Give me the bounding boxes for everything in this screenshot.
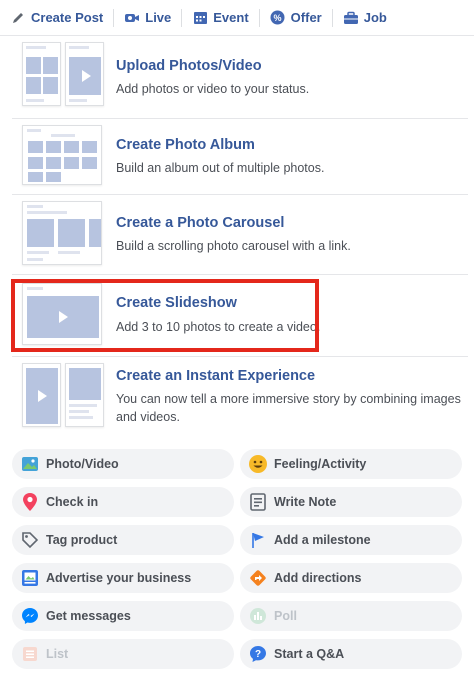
instant-experience-thumbnail (22, 363, 104, 435)
tab-divider (181, 8, 183, 27)
tab-divider (331, 8, 333, 27)
price-tag-icon (20, 530, 40, 550)
highlight-box (11, 279, 319, 352)
option-create-instant-experience[interactable]: Create an Instant Experience You can now… (12, 357, 468, 440)
photo-video-button[interactable]: Photo/Video (12, 449, 234, 479)
option-description: Build an album out of multiple photos. (116, 161, 325, 175)
list-icon (20, 644, 40, 664)
calendar-icon (192, 10, 208, 26)
option-title: Create a Photo Carousel (116, 215, 285, 231)
action-label: Add a milestone (274, 533, 371, 547)
advertise-icon (20, 568, 40, 588)
photo-carousel-thumbnail (22, 201, 104, 269)
briefcase-icon (343, 10, 359, 26)
upload-photos-thumbnail (22, 42, 104, 114)
photo-album-thumbnail (22, 125, 104, 189)
tab-offer[interactable]: % Offer (270, 0, 322, 36)
tab-label: Offer (290, 10, 322, 25)
tab-job[interactable]: Job (343, 0, 387, 36)
action-label: Advertise your business (46, 571, 192, 585)
offer-tag-icon: % (270, 10, 286, 26)
option-description: You can now tell a more immersive story … (116, 392, 461, 424)
svg-text:%: % (274, 13, 282, 23)
list-button[interactable]: List (12, 639, 234, 669)
option-title: Create Photo Album (116, 137, 255, 153)
option-description: Add photos or video to your status. (116, 82, 310, 96)
action-label: Get messages (46, 609, 131, 623)
start-qa-button[interactable]: ? Start a Q&A (240, 639, 462, 669)
action-label: List (46, 647, 69, 661)
option-title: Upload Photos/Video (116, 58, 262, 74)
option-description: Build a scrolling photo carousel with a … (116, 239, 351, 253)
poll-icon (248, 606, 268, 626)
option-create-photo-carousel[interactable]: Create a Photo Carousel Build a scrollin… (12, 195, 468, 275)
tab-live[interactable]: Live (124, 0, 171, 36)
tab-divider (113, 8, 115, 27)
get-messages-button[interactable]: Get messages (12, 601, 234, 631)
option-create-photo-album[interactable]: Create Photo Album Build an album out of… (12, 119, 468, 195)
option-upload-photos-video[interactable]: Upload Photos/Video Add photos or video … (12, 36, 468, 119)
option-title: Create an Instant Experience (116, 368, 316, 384)
map-pin-icon (20, 492, 40, 512)
tab-divider (258, 8, 260, 27)
directions-icon (248, 568, 268, 588)
note-icon (248, 492, 268, 512)
advertise-business-button[interactable]: Advertise your business (12, 563, 234, 593)
action-label: Add directions (274, 571, 362, 585)
action-label: Start a Q&A (274, 647, 345, 661)
tab-label: Live (145, 10, 172, 25)
action-label: Write Note (274, 495, 337, 509)
svg-text:?: ? (255, 649, 261, 660)
pencil-icon (10, 10, 26, 26)
add-directions-button[interactable]: Add directions (240, 563, 462, 593)
poll-button[interactable]: Poll (240, 601, 462, 631)
feeling-activity-button[interactable]: Feeling/Activity (240, 449, 462, 479)
check-in-button[interactable]: Check in (12, 487, 234, 517)
tag-product-button[interactable]: Tag product (12, 525, 234, 555)
write-note-button[interactable]: Write Note (240, 487, 462, 517)
question-icon: ? (248, 644, 268, 664)
action-label: Poll (274, 609, 297, 623)
photo-icon (20, 454, 40, 474)
composer-tab-bar: Create Post Live Event % Offer Job (0, 0, 474, 36)
flag-icon (248, 530, 268, 550)
tab-label: Job (363, 10, 387, 25)
action-label: Check in (46, 495, 99, 509)
action-label: Photo/Video (46, 457, 119, 471)
action-label: Feeling/Activity (274, 457, 367, 471)
video-camera-icon (124, 10, 140, 26)
action-label: Tag product (46, 533, 118, 547)
tab-label: Event (213, 10, 249, 25)
tab-label: Create Post (31, 10, 104, 25)
messenger-icon (20, 606, 40, 626)
smiley-icon (248, 454, 268, 474)
tab-event[interactable]: Event (192, 0, 249, 36)
add-milestone-button[interactable]: Add a milestone (240, 525, 462, 555)
tab-create-post[interactable]: Create Post (10, 0, 103, 36)
